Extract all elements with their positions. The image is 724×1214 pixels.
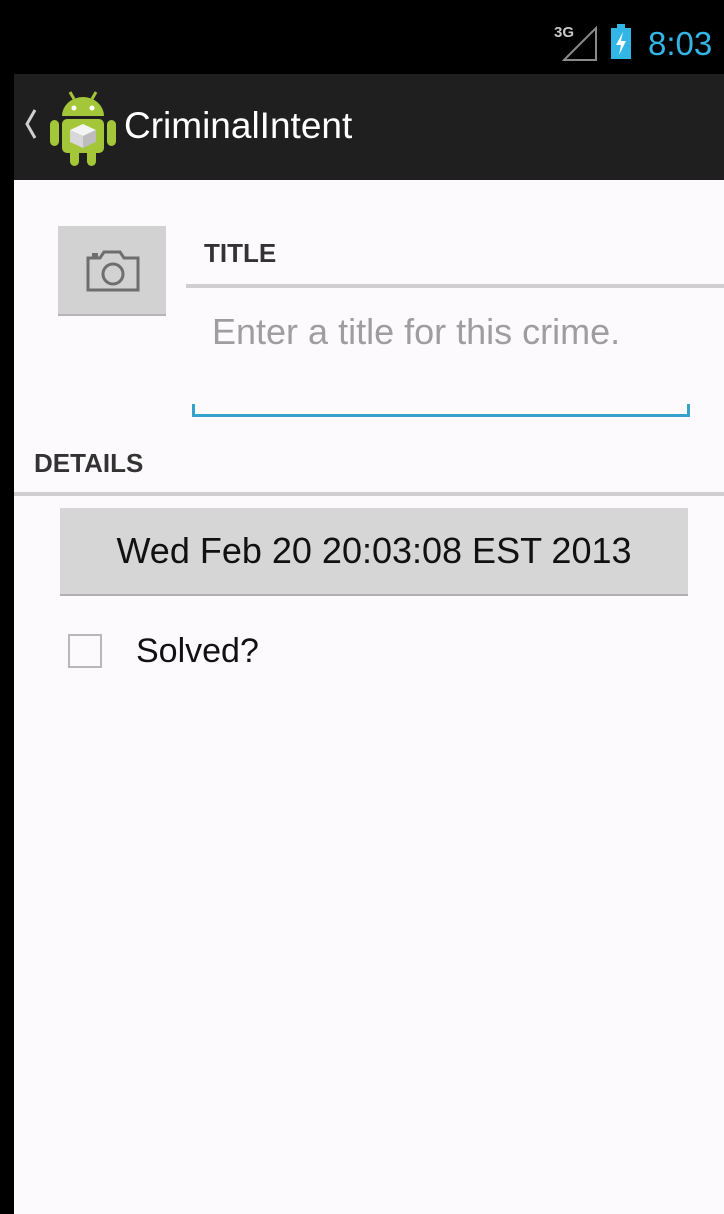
battery-charging-icon xyxy=(611,24,631,59)
crime-title-input[interactable]: Enter a title for this crime. xyxy=(192,308,690,420)
title-placeholder: Enter a title for this crime. xyxy=(212,311,621,352)
action-bar: CriminalIntent xyxy=(14,74,724,180)
app-screen: 3G 8:03 CriminalIntent TITLE Enter a tit… xyxy=(14,12,724,1214)
crime-date-button[interactable]: Wed Feb 20 20:03:08 EST 2013 xyxy=(60,508,688,596)
input-underline-right-tick xyxy=(687,404,690,416)
device-frame: 3G 8:03 CriminalIntent TITLE Enter a tit… xyxy=(0,0,724,1214)
app-title: CriminalIntent xyxy=(124,105,353,146)
title-section-header: TITLE xyxy=(204,238,277,268)
camera-icon xyxy=(86,250,140,292)
details-divider xyxy=(14,492,724,496)
signal-icon xyxy=(562,26,597,61)
title-divider xyxy=(186,284,724,288)
solved-label[interactable]: Solved? xyxy=(136,630,259,672)
status-clock: 8:03 xyxy=(648,25,713,62)
android-app-icon[interactable] xyxy=(48,86,118,168)
solved-checkbox[interactable] xyxy=(68,634,102,668)
input-underline-left-tick xyxy=(192,404,195,416)
status-bar: 3G 8:03 xyxy=(14,12,724,74)
photo-button[interactable] xyxy=(58,226,166,316)
details-section-header: DETAILS xyxy=(34,448,144,478)
input-underline xyxy=(192,414,690,417)
chevron-left-icon[interactable] xyxy=(22,104,40,144)
